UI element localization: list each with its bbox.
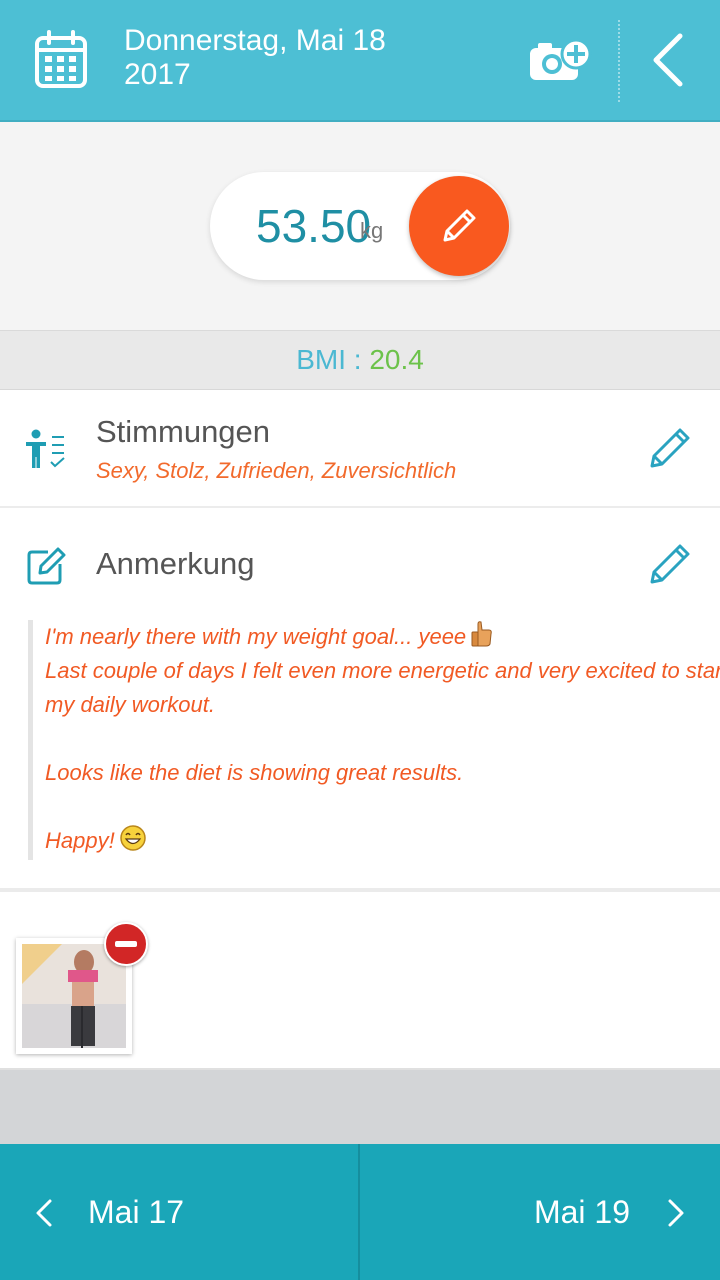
edit-mood-button[interactable] — [646, 424, 694, 472]
thumbs-up-emoji — [471, 621, 492, 647]
day-navigation: Mai 17 Mai 19 — [0, 1144, 720, 1280]
note-line: Happy! — [45, 828, 115, 853]
note-line: Looks like the diet is showing great res… — [45, 760, 464, 785]
calendar-icon[interactable] — [34, 30, 88, 90]
weight-display: 53.50 kg — [210, 172, 510, 280]
header-date: Donnerstag, Mai 18 — [124, 24, 386, 57]
app-header: Donnerstag, Mai 18 2017 — [0, 0, 720, 122]
laughing-emoji — [119, 825, 146, 851]
mood-title: Stimmungen — [96, 414, 271, 449]
header-year: 2017 — [124, 58, 191, 91]
previous-day-button[interactable]: Mai 17 — [0, 1144, 358, 1280]
pencil-icon — [443, 209, 476, 242]
camera-add-icon[interactable] — [528, 38, 592, 84]
next-day-label: Mai 19 — [533, 1194, 630, 1230]
weight-section: 53.50 kg — [0, 122, 720, 331]
note-line: I'm nearly there with my weight goal... … — [45, 624, 467, 649]
mood-card: Stimmungen Sexy, Stolz, Zufrieden, Zuver… — [0, 390, 720, 508]
note-body: I'm nearly there with my weight goal... … — [28, 620, 720, 860]
back-chevron-icon[interactable] — [648, 30, 688, 90]
empty-area — [0, 1070, 720, 1144]
person-checklist-icon — [26, 429, 65, 468]
next-day-button[interactable]: Mai 19 — [360, 1144, 718, 1280]
note-line: my daily workout. — [45, 692, 215, 717]
chevron-right-icon — [668, 1199, 684, 1227]
chevron-left-icon — [36, 1199, 52, 1227]
photos-card — [0, 892, 720, 1070]
edit-note-button[interactable] — [646, 540, 694, 588]
remove-photo-button[interactable] — [104, 922, 148, 966]
note-card: Anmerkung I'm nearly there with my weigh… — [0, 508, 720, 892]
header-divider — [618, 20, 620, 102]
previous-day-label: Mai 17 — [88, 1194, 185, 1230]
note-line: Last couple of days I felt even more ene… — [45, 658, 720, 683]
bmi-label: BMI : — [296, 344, 370, 375]
note-edit-icon — [27, 547, 66, 585]
bmi-bar: BMI : 20.4 — [0, 331, 720, 390]
mood-values: Sexy, Stolz, Zufrieden, Zuversichtlich — [96, 458, 457, 483]
edit-weight-button[interactable] — [409, 176, 509, 276]
weight-value: 53.50 — [256, 200, 372, 252]
weight-unit: kg — [360, 218, 384, 243]
bmi-value: 20.4 — [369, 344, 424, 375]
note-title: Anmerkung — [96, 546, 255, 581]
